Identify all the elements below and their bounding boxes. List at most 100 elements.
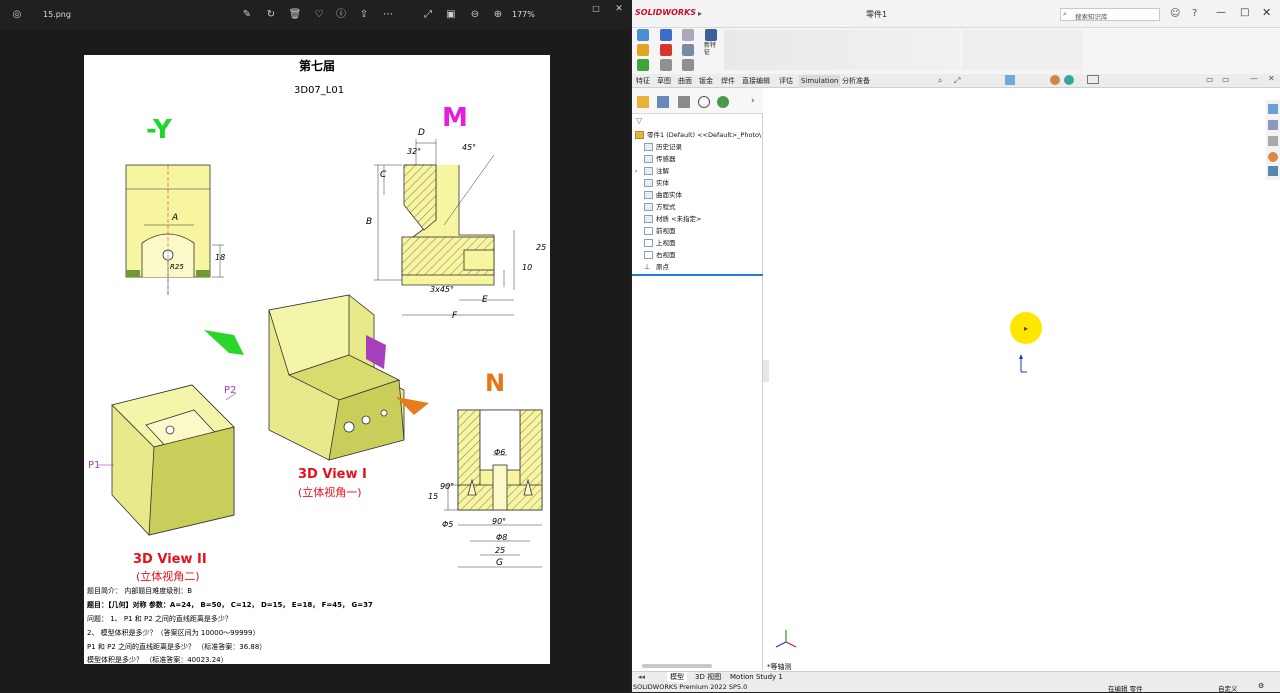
- display-manager-icon[interactable]: [717, 96, 729, 108]
- doc-text-line: 2、 模型体积是多少？（答案区间为 10000～99999）: [87, 629, 260, 637]
- doc-text-line: 题目：【几何】对称 参数：A=24， B=50， C=12， D=15， E=1…: [87, 601, 373, 609]
- doc-close-icon[interactable]: ✕: [1268, 74, 1275, 83]
- edit-icon[interactable]: ✎: [240, 8, 254, 22]
- surface-body-icon: [644, 191, 653, 199]
- expand-panel-icon[interactable]: ›: [751, 96, 755, 106]
- file-explorer-icon[interactable]: [1268, 136, 1278, 146]
- appearances-icon[interactable]: [1268, 152, 1278, 162]
- tree-item-solid-bodies[interactable]: 实体: [644, 178, 669, 189]
- tab-weldments[interactable]: 焊件: [719, 75, 737, 88]
- expand-menu-icon[interactable]: ▸: [698, 9, 702, 18]
- tab-sheet-metal[interactable]: 钣金: [697, 75, 715, 88]
- doc-minimize-icon[interactable]: —: [1250, 74, 1258, 83]
- property-manager-icon[interactable]: [657, 96, 669, 108]
- view-orientation-icon[interactable]: [1005, 75, 1015, 85]
- zoom-fit-icon[interactable]: ⤢: [954, 76, 960, 86]
- tree-item-label: 材质 <未指定>: [656, 215, 702, 223]
- tree-item-history[interactable]: 历史记录: [644, 142, 682, 153]
- dim-b: B: [366, 217, 373, 227]
- tree-item-top-plane[interactable]: 上视面: [644, 238, 676, 249]
- close-icon[interactable]: ✕: [1262, 6, 1271, 19]
- help-icon[interactable]: ?: [1192, 8, 1197, 19]
- tree-root[interactable]: 零件1 (Default) <<Default>_Photo\: [635, 130, 761, 141]
- status-settings-icon[interactable]: ⚙: [1258, 682, 1264, 690]
- favorite-icon[interactable]: ♡: [312, 8, 326, 22]
- rollback-bar[interactable]: [632, 274, 763, 276]
- scene-icon[interactable]: [1064, 75, 1074, 85]
- tab-surface[interactable]: 曲面: [676, 75, 694, 88]
- search-icon: ⌕: [1063, 10, 1067, 18]
- new-icon[interactable]: [637, 44, 649, 56]
- delete-icon[interactable]: 🗑: [288, 8, 302, 22]
- more-icon[interactable]: ⋯: [381, 8, 395, 22]
- zoom-in-icon[interactable]: ⊕: [491, 8, 505, 22]
- appearance-icon[interactable]: [1050, 75, 1060, 85]
- settings-icon[interactable]: [682, 59, 694, 71]
- view-search-icon[interactable]: ⌕: [938, 76, 942, 86]
- rotate-icon[interactable]: ↻: [264, 8, 278, 22]
- new-feature-button[interactable]: 新特征: [704, 42, 718, 56]
- tree-item-equations[interactable]: 方程式: [644, 202, 676, 213]
- maximize-icon[interactable]: □: [1240, 7, 1249, 18]
- plane-icon: [644, 251, 653, 259]
- design-library-icon[interactable]: [1268, 120, 1278, 130]
- fullscreen-icon[interactable]: ⤢: [421, 8, 435, 22]
- expand-arrow-icon[interactable]: ›: [635, 166, 637, 177]
- config-manager-icon[interactable]: [678, 96, 690, 108]
- traffic-light-icon[interactable]: [660, 44, 672, 56]
- new-feature-icon[interactable]: [705, 29, 717, 41]
- user-icon[interactable]: ☺: [1170, 8, 1180, 19]
- tab-direct-edit[interactable]: 直接编辑: [740, 75, 772, 88]
- feature-manager: › ▽ 零件1 (Default) <<Default>_Photo\ 历史记录…: [632, 88, 763, 670]
- share-icon[interactable]: ⇪: [357, 8, 371, 22]
- tree-item-annotations[interactable]: › 注解: [635, 166, 669, 177]
- restore-doc-icon[interactable]: ▭: [1222, 75, 1230, 84]
- home-icon[interactable]: [637, 29, 649, 41]
- tree-item-label: 原点: [656, 263, 669, 271]
- search-box[interactable]: ⌕ 搜索知识库: [1060, 8, 1160, 21]
- tree-item-surface-bodies[interactable]: 曲面实体: [644, 190, 682, 201]
- tree-item-origin[interactable]: ⊥ 原点: [644, 262, 669, 273]
- options-icon[interactable]: [682, 44, 694, 56]
- tree-scrollbar[interactable]: [642, 664, 712, 668]
- restore-window-icon[interactable]: □: [589, 2, 603, 16]
- tab-analysis-prep[interactable]: 分析准备: [840, 75, 872, 88]
- origin-marker-icon: [1019, 354, 1027, 373]
- custom-props-icon[interactable]: [1268, 166, 1278, 176]
- origin-icon: ⊥: [644, 263, 651, 271]
- dimxpert-icon[interactable]: [698, 96, 710, 108]
- tree-item-right-plane[interactable]: 右视面: [644, 250, 676, 261]
- dim-d: D: [418, 128, 425, 138]
- panel-splitter[interactable]: [763, 360, 769, 382]
- graphics-area[interactable]: ▸ *等轴测: [764, 88, 1262, 671]
- tree-item-label: 实体: [656, 179, 669, 187]
- sw-titlebar: SOLIDWORKS ▸ 零件1 ⌕ 搜索知识库 ☺ ? — □ ✕: [632, 0, 1280, 28]
- tab-simulation[interactable]: Simulation: [799, 75, 841, 88]
- save-icon[interactable]: [660, 29, 672, 41]
- nav-first-icon[interactable]: ◂◂: [638, 673, 645, 681]
- reference-tools-group: [962, 30, 1082, 70]
- rebuild-icon[interactable]: [637, 59, 649, 71]
- minimize-icon[interactable]: —: [1216, 7, 1226, 18]
- tab-features[interactable]: 特征: [634, 75, 652, 88]
- dim-phi5: Φ5: [442, 520, 454, 529]
- display-settings-icon[interactable]: [1087, 75, 1099, 84]
- tree-item-material[interactable]: 材质 <未指定>: [644, 214, 701, 225]
- tree-item-front-plane[interactable]: 前视面: [644, 226, 676, 237]
- close-window-icon[interactable]: ✕: [612, 2, 626, 16]
- sw-ribbon: 新特征: [632, 28, 1280, 74]
- tile-icon[interactable]: ▭: [1206, 75, 1214, 84]
- zoom-out-icon[interactable]: ⊖: [468, 8, 482, 22]
- filter-icon[interactable]: ▽: [636, 116, 642, 125]
- tree-item-sensors[interactable]: 传感器: [644, 154, 676, 165]
- feature-tools-group: [724, 30, 960, 70]
- undo-icon[interactable]: [682, 29, 694, 41]
- label-3d-view-2-cn: (立体视角二): [136, 570, 200, 583]
- select-icon[interactable]: [660, 59, 672, 71]
- tab-sketch[interactable]: 草图: [655, 75, 673, 88]
- info-icon[interactable]: ⓘ: [334, 8, 348, 22]
- tab-evaluate[interactable]: 评估: [777, 75, 795, 88]
- feature-manager-icon[interactable]: [637, 96, 649, 108]
- resources-icon[interactable]: [1268, 104, 1278, 114]
- fit-window-icon[interactable]: ▣: [444, 8, 458, 22]
